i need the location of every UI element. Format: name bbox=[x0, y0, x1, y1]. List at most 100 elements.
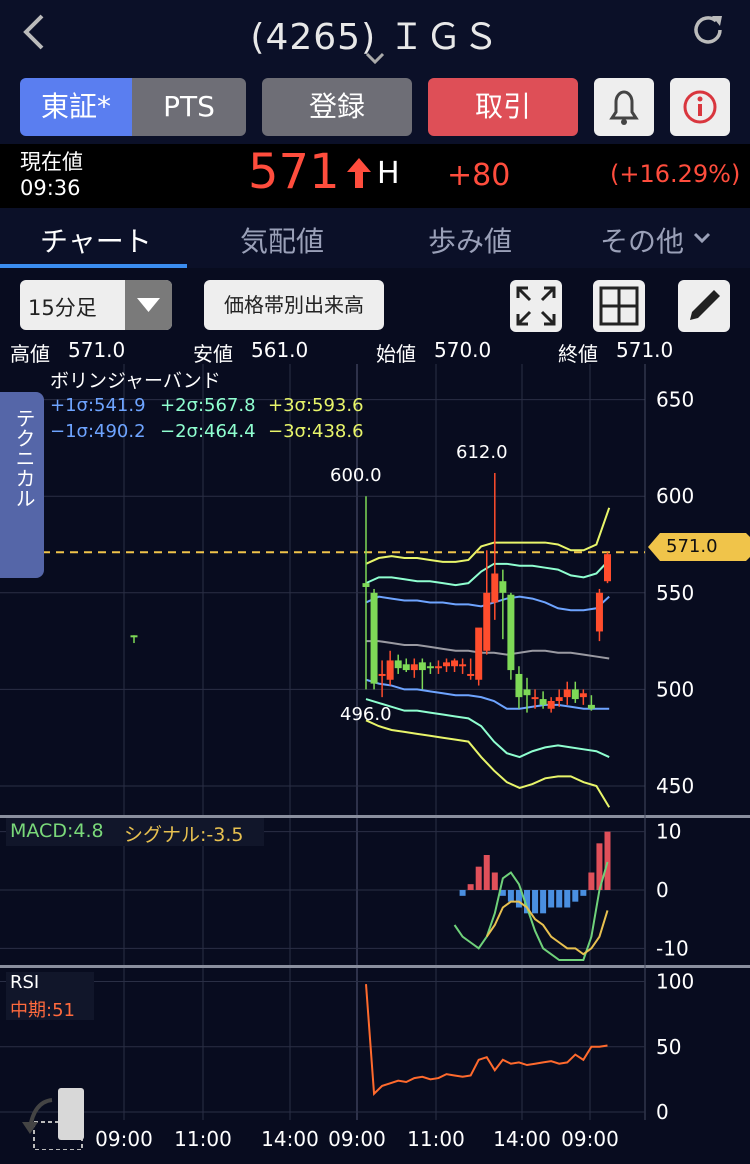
open-label: 始値 bbox=[376, 342, 416, 366]
macd-bar bbox=[483, 855, 490, 890]
expand-icon bbox=[516, 286, 556, 326]
bollinger-p3: +3σ:593.6 bbox=[268, 395, 364, 416]
rotate-icon bbox=[22, 1088, 84, 1151]
macd-bar bbox=[588, 872, 595, 890]
macd-tick-label: 10 bbox=[656, 820, 681, 844]
price-tick-label: 550 bbox=[656, 581, 694, 605]
draw-button[interactable] bbox=[678, 280, 730, 332]
tab-quotes[interactable]: 気配値 bbox=[240, 220, 324, 260]
open-value: 570.0 bbox=[434, 338, 492, 362]
candle-body bbox=[467, 673, 475, 676]
arrow-up-icon bbox=[345, 158, 373, 188]
pencil-icon bbox=[690, 290, 720, 320]
candle-body bbox=[523, 689, 531, 696]
candle-body bbox=[531, 697, 539, 700]
high-value: 571.0 bbox=[68, 338, 126, 362]
candle-body bbox=[571, 689, 579, 700]
candle-body bbox=[459, 664, 467, 667]
rsi-label: RSI bbox=[10, 972, 40, 993]
panel-separator bbox=[0, 965, 750, 968]
macd-bar bbox=[604, 831, 611, 890]
candle-body bbox=[370, 592, 378, 684]
macd-bar bbox=[467, 884, 474, 890]
bell-icon bbox=[609, 90, 639, 125]
current-price-tag-value: 571.0 bbox=[666, 536, 718, 557]
macd-bar bbox=[564, 890, 571, 908]
macd-bar bbox=[548, 890, 555, 908]
price-change-pct: (+16.29%) bbox=[610, 160, 741, 188]
price-change: +80 bbox=[447, 158, 511, 193]
pts-button[interactable]: PTS bbox=[132, 78, 246, 136]
macd-bar bbox=[556, 890, 563, 908]
price-label: 現在値 bbox=[20, 150, 83, 174]
trade-button[interactable]: 取引 bbox=[428, 78, 578, 136]
chevron-down-icon[interactable] bbox=[363, 50, 387, 66]
rsi-tick-label: 0 bbox=[656, 1100, 669, 1124]
x-tick-label: 11:00 bbox=[407, 1127, 465, 1151]
alert-button[interactable] bbox=[594, 78, 654, 136]
chevron-down-icon bbox=[692, 230, 712, 244]
candle-body bbox=[402, 664, 410, 671]
x-tick-label: 14:00 bbox=[493, 1127, 551, 1151]
macd-tick-label: 0 bbox=[656, 878, 669, 902]
macd-bar bbox=[572, 890, 579, 902]
candle-body bbox=[547, 701, 555, 709]
macd-bar bbox=[507, 890, 514, 902]
tab-bar: チャート 気配値 歩み値 その他 bbox=[0, 208, 750, 268]
macd-bar bbox=[459, 890, 466, 896]
candle-body bbox=[515, 673, 523, 698]
bollinger-title: ボリンジャーバンド bbox=[50, 370, 221, 392]
tse-button[interactable]: 東証* bbox=[20, 78, 132, 136]
tab-chart[interactable]: チャート bbox=[40, 220, 152, 260]
tab-other[interactable]: その他 bbox=[600, 220, 684, 260]
interval-select[interactable]: 15分足 bbox=[20, 280, 172, 330]
top-bar: (4265) ＩＧＳ bbox=[0, 0, 750, 72]
current-price-tag: 571.0 bbox=[648, 533, 750, 561]
price-time: 09:36 bbox=[20, 176, 81, 200]
volume-profile-button[interactable]: 価格帯別出来高 bbox=[204, 280, 384, 330]
price-bar: 現在値 09:36 571 H +80 (+16.29%) bbox=[0, 144, 750, 208]
x-tick-label: 14:00 bbox=[261, 1127, 319, 1151]
candle-body bbox=[475, 627, 483, 680]
interval-value: 15分足 bbox=[28, 296, 97, 320]
technical-side-tab[interactable]: テクニカル bbox=[0, 392, 44, 578]
candle-body bbox=[595, 592, 603, 632]
high-flag: H bbox=[377, 156, 400, 191]
rsi-mid-label: 中期:51 bbox=[10, 1000, 75, 1021]
info-button[interactable] bbox=[670, 78, 730, 136]
low-label: 安値 bbox=[193, 342, 233, 366]
candle-body bbox=[491, 573, 499, 603]
candle-body bbox=[418, 662, 426, 671]
price-tick-label: 600 bbox=[656, 484, 694, 508]
bollinger-m2: −2σ:464.4 bbox=[160, 421, 256, 442]
price-tick-label: 500 bbox=[656, 677, 694, 701]
register-button[interactable]: 登録 bbox=[262, 78, 412, 136]
rotate-button[interactable] bbox=[18, 1088, 84, 1151]
candle-body bbox=[386, 660, 394, 680]
macd-label: MACD:4.8 bbox=[10, 820, 104, 842]
price-tick-label: 450 bbox=[656, 774, 694, 798]
candle-body bbox=[451, 660, 459, 667]
macd-bar bbox=[491, 872, 498, 890]
x-tick-label: 09:00 bbox=[328, 1127, 386, 1151]
candle-body bbox=[426, 666, 434, 669]
layout-button[interactable] bbox=[593, 280, 645, 332]
candle-body bbox=[362, 583, 370, 588]
candle-body bbox=[483, 592, 491, 651]
button-row: 東証* PTS 登録 取引 bbox=[0, 72, 750, 144]
candle-body bbox=[410, 664, 418, 671]
annotation-600: 600.0 bbox=[330, 465, 382, 486]
macd-bar bbox=[580, 890, 587, 896]
price-tick-label: 650 bbox=[656, 388, 694, 412]
macd-bar bbox=[532, 890, 539, 914]
tab-trades[interactable]: 歩み値 bbox=[428, 220, 512, 260]
candle-body bbox=[587, 704, 595, 709]
candle-body bbox=[499, 581, 507, 593]
signal-label: シグナル:-3.5 bbox=[124, 824, 244, 846]
current-price: 571 bbox=[248, 144, 340, 200]
grid-icon bbox=[599, 286, 639, 326]
fullscreen-button[interactable] bbox=[510, 280, 562, 332]
x-tick-label: 09:00 bbox=[95, 1127, 153, 1151]
refresh-icon[interactable] bbox=[688, 10, 728, 50]
macd-legend: MACD:4.8 シグナル:-3.5 bbox=[6, 818, 264, 846]
